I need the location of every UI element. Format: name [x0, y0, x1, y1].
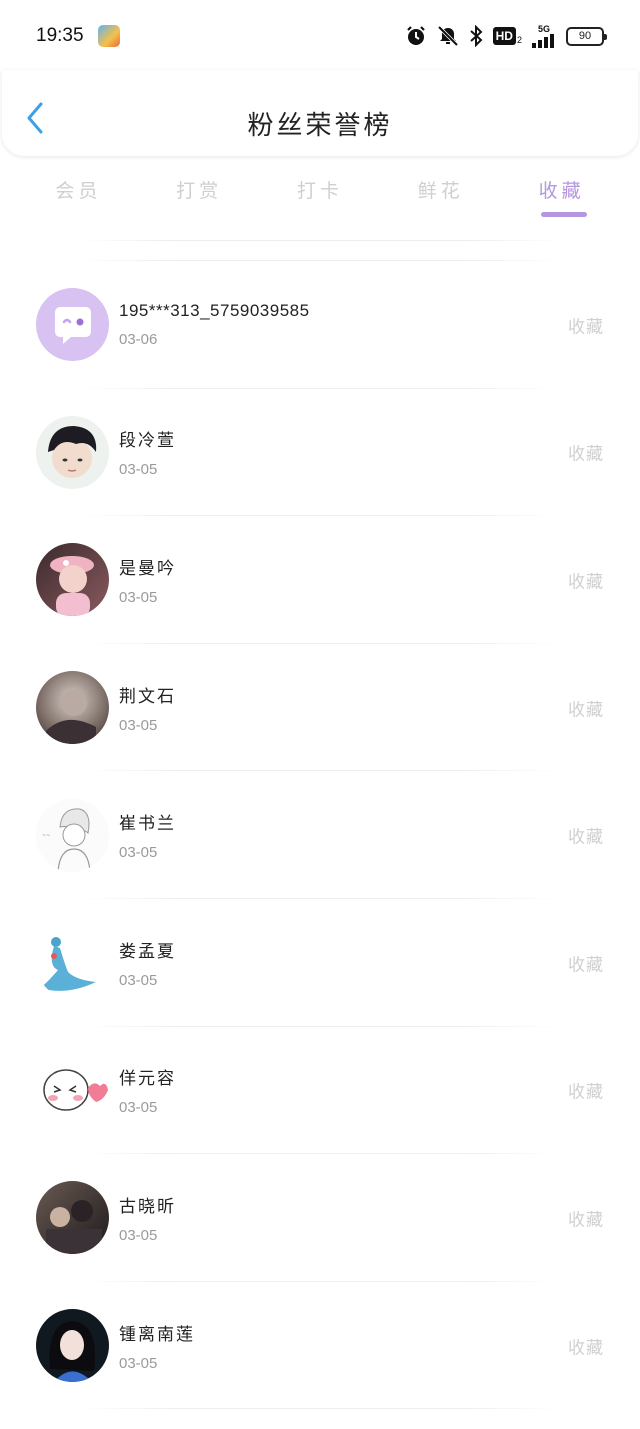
favorite-label: 收藏 [568, 1082, 604, 1103]
chat-bubble-icon [54, 306, 91, 344]
date: 03-05 [119, 461, 158, 479]
avatar-sticker-image [43, 1069, 108, 1111]
list-item[interactable]: 古晓昕 03-05 收藏 [0, 1154, 640, 1282]
tab-label: 会员 [55, 180, 102, 202]
user-name: 佯元容 [119, 1069, 176, 1090]
tab-label: 收藏 [538, 180, 585, 202]
alarm-icon [406, 26, 425, 45]
favorite-label: 收藏 [568, 444, 604, 465]
avatar [36, 543, 109, 617]
user-name: 古晓昕 [119, 1196, 176, 1217]
app-notification-icon [97, 25, 120, 47]
favorite-label: 收藏 [568, 700, 604, 721]
list-top-divider [80, 240, 560, 241]
back-button[interactable] [20, 100, 50, 136]
nav-bar: 粉丝荣誉榜 [2, 70, 638, 156]
chevron-left-icon [27, 102, 43, 134]
hd-indicator: HD 2 [492, 27, 522, 45]
date: 03-05 [119, 971, 158, 989]
tab-favorites[interactable]: 收藏 [517, 168, 607, 224]
favorite-label: 收藏 [568, 572, 604, 593]
list-item[interactable]: 佯元容 03-05 收藏 [0, 1027, 640, 1155]
avatar-photo-image [46, 690, 96, 745]
avatar [36, 288, 109, 362]
row-divider [80, 1408, 560, 1410]
signal-icon [532, 34, 554, 48]
date: 03-05 [119, 1226, 158, 1244]
hd-badge: HD [492, 27, 516, 45]
favorite-label: 收藏 [568, 317, 604, 338]
tab-reward[interactable]: 打赏 [154, 168, 244, 224]
avatar [36, 1181, 109, 1255]
user-name: 锺离南莲 [119, 1324, 195, 1345]
tab-member[interactable]: 会员 [33, 168, 123, 224]
list-item[interactable]: 荆文石 03-05 收藏 [0, 644, 640, 772]
user-name: 是曼吟 [119, 558, 176, 579]
hd-sub: 2 [516, 35, 522, 45]
user-name: 崔书兰 [119, 814, 176, 835]
date: 03-05 [119, 716, 158, 734]
list-item[interactable]: 195***313_5759039585 03-06 收藏 [0, 261, 640, 389]
status-icons: HD 2 5G 90 [405, 24, 607, 48]
list-item[interactable]: 段冷萱 03-05 收藏 [0, 389, 640, 517]
favorite-label: 收藏 [568, 827, 604, 848]
avatar [36, 415, 109, 489]
tab-flowers[interactable]: 鲜花 [396, 168, 486, 224]
avatar-girl-hat-image [50, 556, 94, 617]
avatar-couple-image [46, 1200, 102, 1255]
network-label: 5G [537, 24, 550, 34]
favorite-label: 收藏 [568, 1210, 604, 1231]
avatar [36, 926, 109, 1000]
date: 03-06 [119, 331, 158, 349]
user-name: 荆文石 [119, 686, 176, 707]
avatar [36, 671, 109, 745]
user-name: 195***313_5759039585 [119, 301, 310, 321]
tab-label: 鲜花 [417, 180, 464, 202]
bluetooth-icon [469, 25, 483, 47]
network-indicator: 5G [532, 24, 556, 48]
list-item[interactable]: ~~ 崔书兰 03-05 收藏 [0, 771, 640, 899]
tab-label: 打卡 [296, 180, 343, 202]
list-item[interactable]: 娄孟夏 03-05 收藏 [0, 899, 640, 1027]
avatar: ~~ [36, 798, 109, 872]
tab-indicator [540, 212, 587, 217]
favorite-label: 收藏 [568, 1338, 604, 1359]
date: 03-05 [119, 844, 158, 862]
status-time: 19:35 [36, 25, 84, 46]
date: 03-05 [119, 588, 158, 606]
user-name: 娄孟夏 [119, 941, 176, 962]
list-item[interactable]: 是曼吟 03-05 收藏 [0, 516, 640, 644]
battery-icon: 90 [566, 26, 607, 46]
avatar-character-image [40, 937, 96, 992]
status-bar: 19:35 HD 2 5G 90 [0, 0, 640, 72]
tab-label: 打赏 [176, 180, 223, 202]
avatar [36, 1053, 109, 1127]
svg-text:~~: ~~ [42, 833, 50, 839]
mute-bell-icon [437, 25, 458, 47]
date: 03-05 [119, 1099, 158, 1117]
battery-level: 90 [578, 30, 592, 42]
fan-list: 195***313_5759039585 03-06 收藏 段冷萱 03-05 … [0, 240, 640, 1410]
avatar-woman-image [49, 1321, 96, 1383]
page-title: 粉丝荣誉榜 [247, 110, 393, 141]
date: 03-05 [119, 1354, 158, 1372]
avatar-boy-image [48, 425, 97, 478]
avatar-sketch-image: ~~ [42, 808, 91, 871]
tab-checkin[interactable]: 打卡 [275, 168, 365, 224]
user-name: 段冷萱 [119, 431, 176, 452]
avatar [36, 1309, 109, 1383]
list-item[interactable]: 锺离南莲 03-05 收藏 [0, 1282, 640, 1410]
favorite-label: 收藏 [568, 955, 604, 976]
tab-bar: 会员 打赏 打卡 鲜花 收藏 [0, 168, 640, 224]
